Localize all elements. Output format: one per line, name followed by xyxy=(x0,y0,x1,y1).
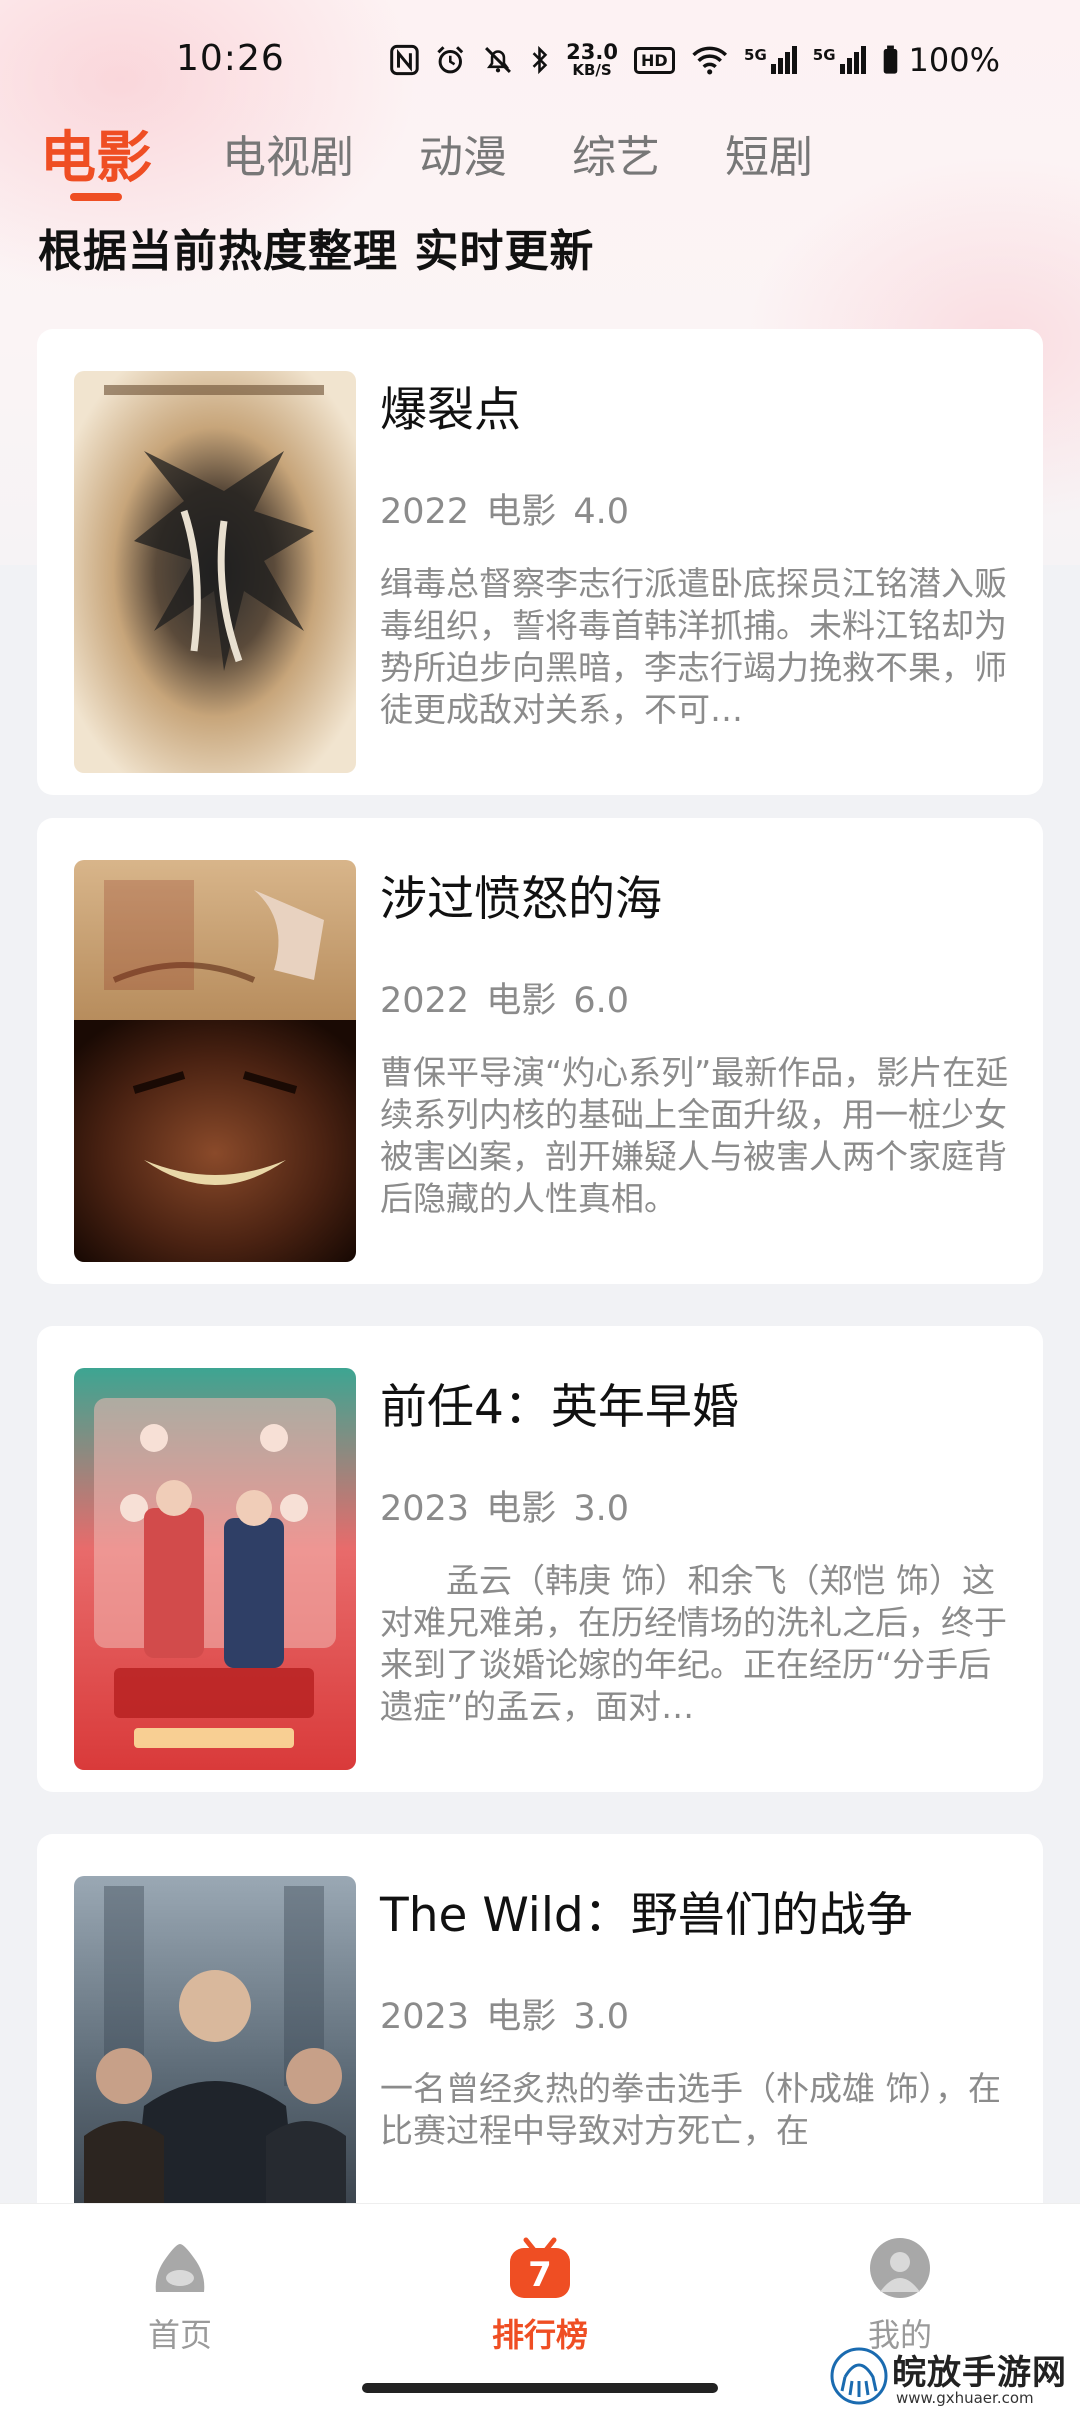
movie-meta: 2023 电影 3.0 xyxy=(380,1480,629,1531)
status-icons: 23.0 KB/S HD 5G 5G 100% xyxy=(390,36,1000,84)
gesture-home-bar[interactable] xyxy=(362,2383,718,2393)
ranking-badge-digit: 7 xyxy=(528,2255,552,2295)
movie-description: 曹保平导演“灼心系列”最新作品，影片在延续系列内核的基础上全面升级，用一桩少女被… xyxy=(380,1053,1009,1218)
movie-year: 2022 xyxy=(380,981,470,1021)
bluetooth-icon xyxy=(533,45,548,75)
movie-score: 3.0 xyxy=(573,1997,630,2037)
wifi-icon xyxy=(691,46,727,75)
movie-card[interactable]: 涉过愤怒的海 2022 电影 6.0 曹保平导演“灼心系列”最新作品，影片在延续… xyxy=(37,818,1043,1284)
nav-ranking[interactable]: 7 排行榜 xyxy=(440,2234,640,2356)
movie-category: 电影 xyxy=(486,492,557,532)
ranking-subtitle: 根据当前热度整理 实时更新 xyxy=(38,226,595,277)
movie-title: 涉过愤怒的海 xyxy=(380,872,662,927)
movie-year: 2022 xyxy=(380,492,470,532)
nfc-icon xyxy=(390,44,419,76)
movie-card[interactable]: 前任4：英年早婚 2023 电影 3.0 孟云（韩庚 饰）和余飞（郑恺 饰）这对… xyxy=(37,1326,1043,1792)
movie-year: 2023 xyxy=(380,1489,470,1529)
movie-description: 孟云（韩庚 饰）和余飞（郑恺 饰）这对难兄难弟，在历经情场的洗礼之后，终于来到了… xyxy=(380,1561,1007,1726)
nav-home[interactable]: 首页 xyxy=(80,2234,280,2356)
movie-card[interactable]: 爆裂点 2022 电影 4.0 缉毒总督察李志行派遣卧底探员江铭潜入贩毒组织，誓… xyxy=(37,329,1043,795)
watermark-text: 皖放手游网 xyxy=(892,2353,1067,2393)
active-tab-indicator xyxy=(70,193,122,201)
movie-meta: 2022 电影 4.0 xyxy=(380,483,629,534)
movie-year: 2023 xyxy=(380,1997,470,2037)
ranking-icon: 7 xyxy=(510,2237,570,2298)
movie-description: 一名曾经炙热的拳击选手（朴成雄 饰），在比赛过程中导致对方死亡，在 xyxy=(380,2069,1001,2150)
status-time: 10:26 xyxy=(176,38,285,79)
nav-home-label: 首页 xyxy=(147,2316,212,2354)
network-speed: 23.0 KB/S xyxy=(566,40,618,79)
movie-title: 前任4：英年早婚 xyxy=(380,1380,739,1435)
tab-anime[interactable]: 动漫 xyxy=(419,121,507,185)
movie-title: The Wild：野兽们的战争 xyxy=(380,1888,913,1943)
nav-profile[interactable]: 我的 xyxy=(800,2234,1000,2356)
signal-sim1-icon: 5G xyxy=(744,46,797,74)
signal-sim2-icon: 5G xyxy=(813,46,866,74)
tab-short-drama[interactable]: 短剧 xyxy=(725,121,813,185)
movie-poster[interactable] xyxy=(74,1368,356,1770)
bell-mute-icon xyxy=(485,47,512,73)
octopus-logo-icon xyxy=(830,2347,888,2405)
movie-category: 电影 xyxy=(486,1489,557,1529)
category-tabs: 电影 电视剧 动漫 综艺 短剧 xyxy=(40,108,878,198)
tab-variety[interactable]: 综艺 xyxy=(572,121,660,185)
site-watermark: 皖放手游网 www.gxhuaer.com xyxy=(830,2345,1075,2409)
battery-icon xyxy=(883,45,897,74)
hd-voice-badge: HD xyxy=(633,46,675,74)
movie-description: 缉毒总督察李志行派遣卧底探员江铭潜入贩毒组织，誓将毒首韩洋抓捕。未料江铭却为势所… xyxy=(380,564,1007,729)
tab-movie[interactable]: 电影 xyxy=(40,113,152,194)
status-bar: 10:26 23.0 KB/S HD 5G 5G 100% xyxy=(0,0,1080,120)
tab-tv-series[interactable]: 电视剧 xyxy=(222,121,354,185)
movie-poster[interactable] xyxy=(74,371,356,773)
movie-score: 4.0 xyxy=(573,492,630,532)
movie-title: 爆裂点 xyxy=(380,383,521,438)
profile-icon xyxy=(870,2238,930,2298)
movie-meta: 2023 电影 3.0 xyxy=(380,1988,629,2039)
movie-score: 6.0 xyxy=(573,981,630,1021)
movie-poster[interactable] xyxy=(74,860,356,1262)
movie-score: 3.0 xyxy=(573,1489,630,1529)
battery-percent: 100% xyxy=(908,41,1000,79)
home-icon xyxy=(155,2244,205,2292)
watermark-url: www.gxhuaer.com xyxy=(896,2389,1034,2407)
movie-meta: 2022 电影 6.0 xyxy=(380,972,629,1023)
movie-category: 电影 xyxy=(486,981,557,1021)
alarm-icon xyxy=(437,46,464,74)
movie-category: 电影 xyxy=(486,1997,557,2037)
nav-ranking-label: 排行榜 xyxy=(491,2316,588,2354)
app-screen: 10:26 23.0 KB/S HD 5G 5G 100% 电影 电视剧 动漫 … xyxy=(0,0,1080,2412)
